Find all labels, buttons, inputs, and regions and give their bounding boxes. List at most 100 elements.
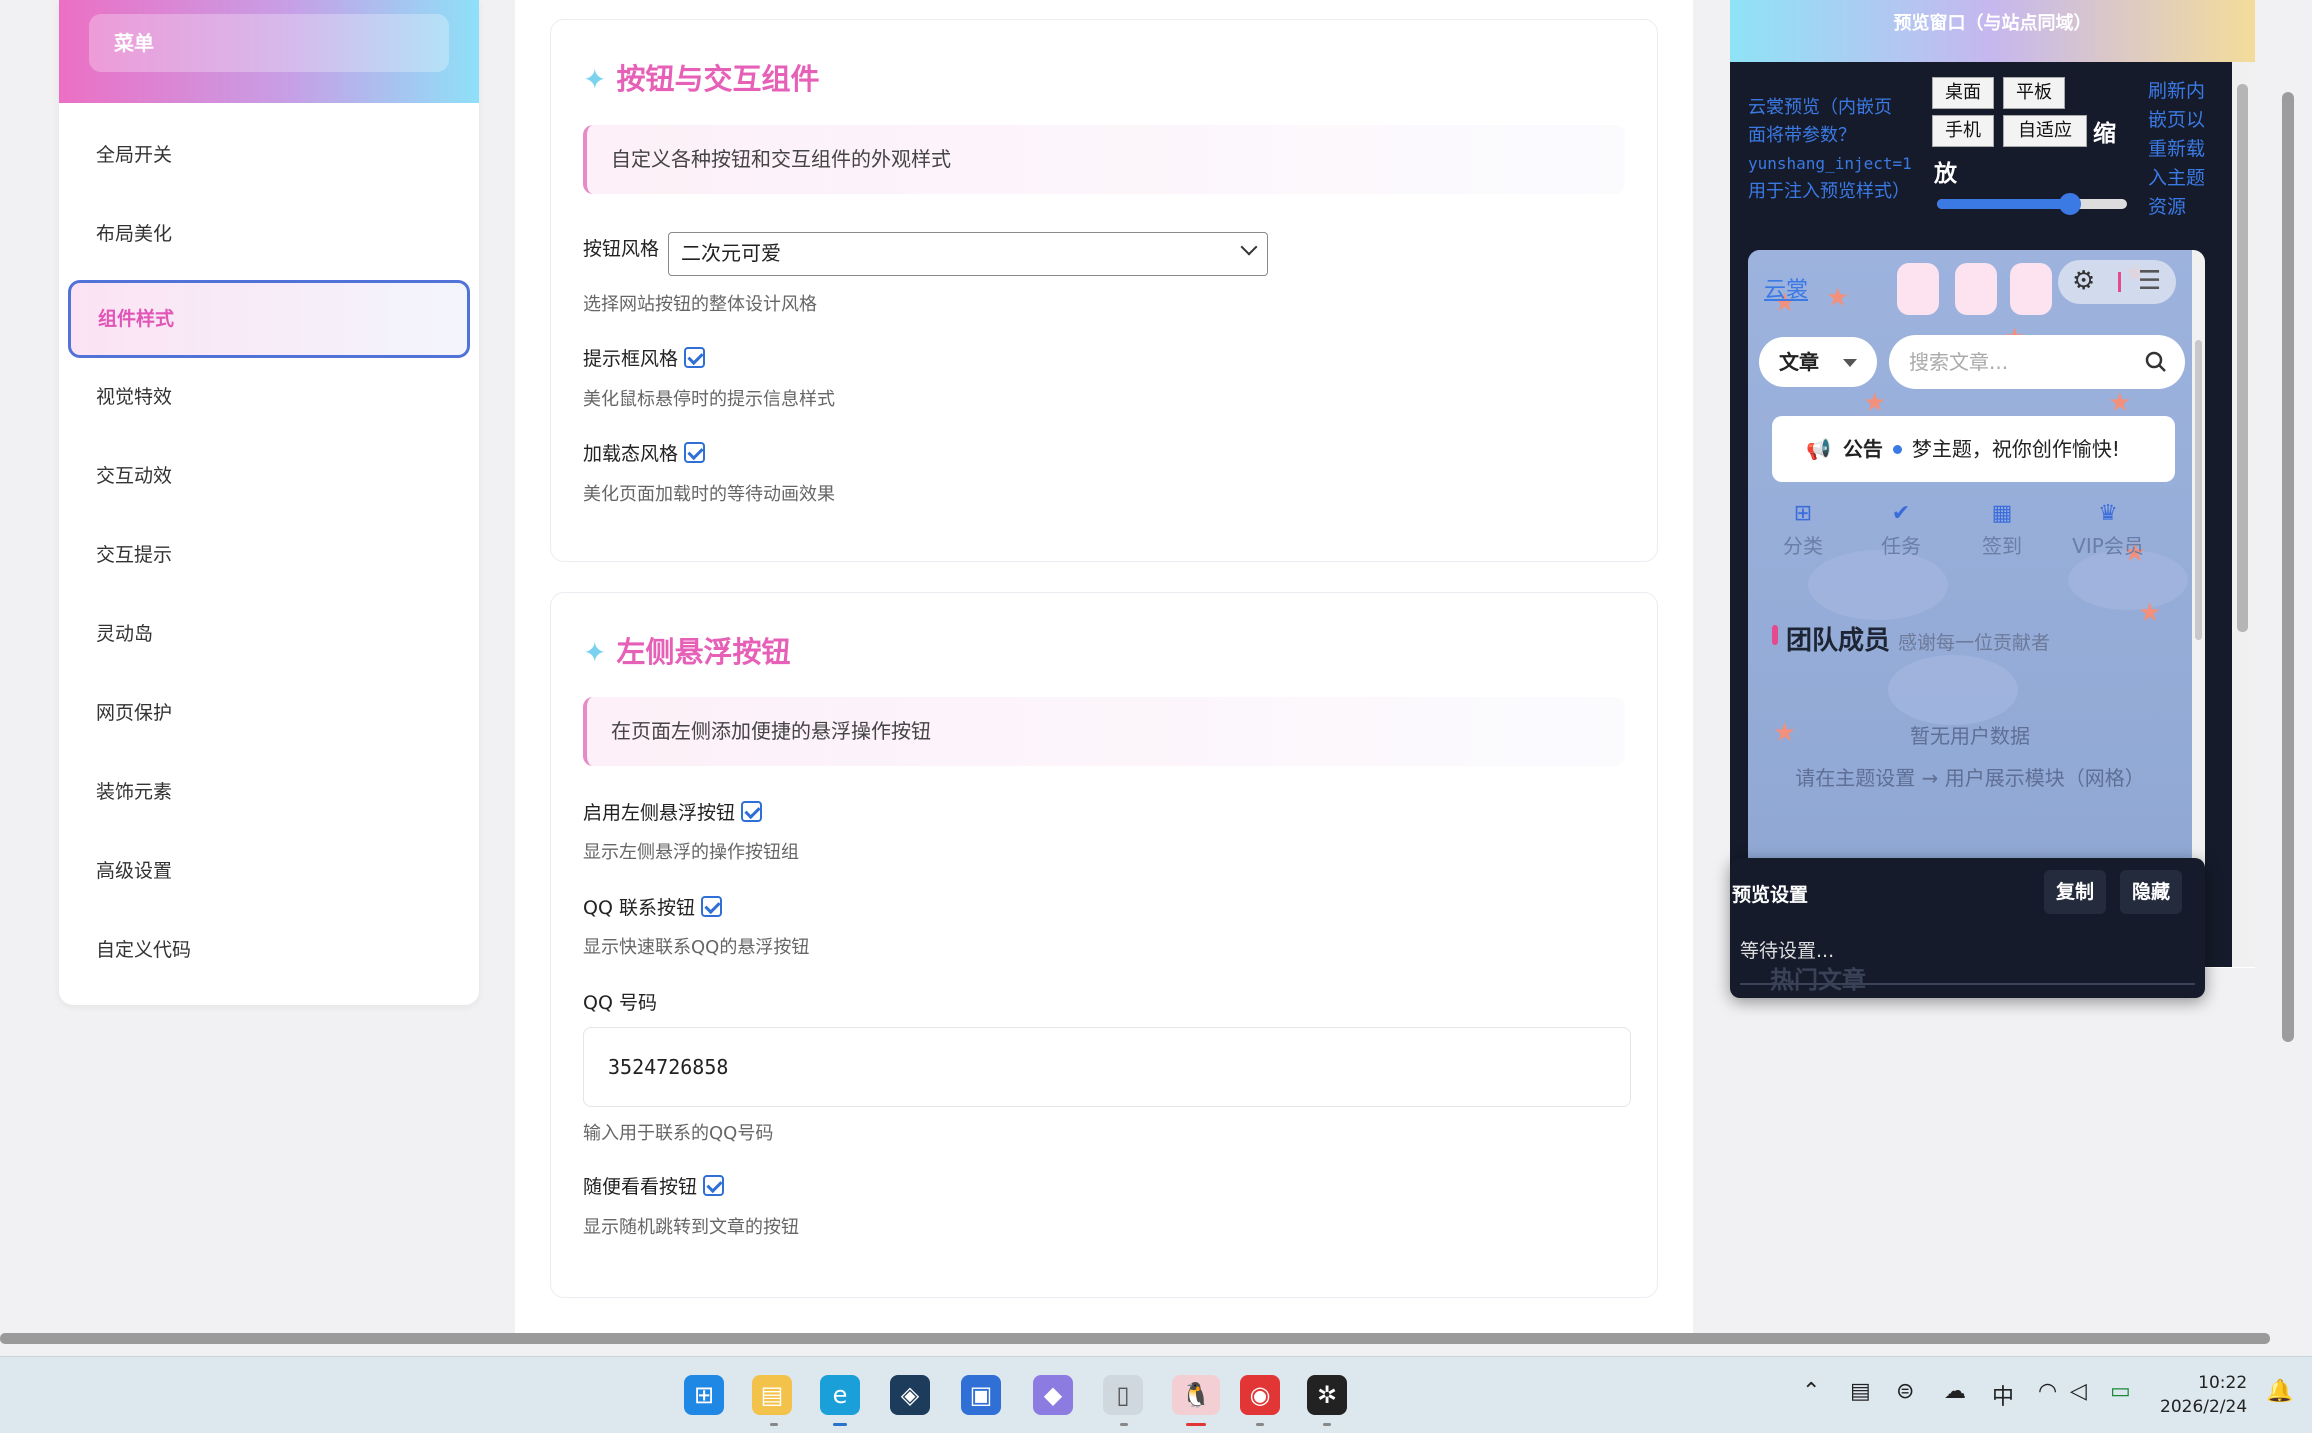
copilot-icon[interactable]: ◆ [1033,1375,1073,1415]
sidebar-item-decorations[interactable]: 装饰元素 [69,753,469,832]
star-decoration: ★ [2108,388,2132,418]
windows-start-icon[interactable]: ⊞ [684,1375,724,1415]
sidebar-item-advanced[interactable]: 高级设置 [69,832,469,911]
toggle-icon[interactable]: ⊜ [1896,1379,1914,1404]
sidebar-item-global-switch[interactable]: 全局开关 [69,116,469,195]
site-search-input[interactable]: 搜索文章... [1889,335,2185,389]
page: 菜单 全局开关 布局美化 组件样式 视觉特效 交互动效 交互提示 灵动岛 网页保… [0,0,2312,1433]
sidebar-item-custom-code[interactable]: 自定义代码 [69,911,469,990]
tooltip-style-checkbox[interactable] [684,347,706,368]
sidebar-item-page-protection[interactable]: 网页保护 [69,674,469,753]
sidebar-item-interaction-animation[interactable]: 交互动效 [69,437,469,516]
store-icon[interactable]: ▣ [961,1375,1001,1415]
button-style-label: 按钮风格 [583,238,660,260]
preview-tablet-button[interactable]: 平板 [2003,77,2065,109]
preview-body: 云裳预览（内嵌页 面将带参数？ yunshang_inject=1 用于注入预览… [1730,62,2255,998]
page-scrollbar-thumb[interactable] [2282,92,2294,1042]
enable-float-checkbox[interactable] [741,801,763,822]
qq-number-label: QQ 号码 [583,992,657,1014]
copy-button[interactable]: 复制 [2044,870,2106,914]
star-decoration: ★ [2138,598,2162,628]
site-nav-tasks[interactable]: ✔ 任务 [1866,502,1936,559]
taskbar-clock[interactable]: 10:22 2026/2/24 [2160,1371,2247,1419]
zoom-slider-handle[interactable] [2059,193,2081,215]
horizontal-scrollbar[interactable] [0,1333,2270,1344]
input-language[interactable]: 中 [1992,1379,2014,1411]
team-empty-hint: 请在主题设置 → 用户展示模块（网格） [1795,766,2145,790]
sidebar-item-dynamic-island[interactable]: 灵动岛 [69,595,469,674]
battery-icon[interactable]: ▭ [2110,1379,2131,1404]
edge-browser-icon[interactable]: e [820,1375,860,1415]
refresh-text-line: 刷新内 [2148,80,2206,102]
preview-info-param: yunshang_inject=1 [1748,154,1912,173]
buttons-section: ✦ 按钮与交互组件 自定义各种按钮和交互组件的外观样式 按钮风格 二次元可爱 选择… [550,19,1658,562]
buttons-section-desc: 自定义各种按钮和交互组件的外观样式 [583,125,1625,194]
cloud-decoration [1888,655,2018,725]
aperture-app-icon[interactable]: ✲ [1307,1375,1347,1415]
zoom-slider[interactable] [1937,193,2127,215]
preview-scrollbar[interactable] [2232,62,2255,967]
random-button-checkbox[interactable] [703,1175,725,1196]
team-heading: 团队成员 感谢每一位贡献者 [1786,620,2050,657]
qq-button-checkbox[interactable] [700,896,722,917]
button-style-select[interactable]: 二次元可爱 [668,232,1268,276]
enable-float-row: 启用左侧悬浮按钮 [583,798,763,825]
chevron-up-icon[interactable]: ⌃ [1802,1379,1820,1404]
preview-desktop-button[interactable]: 桌面 [1932,77,1994,109]
caret-down-icon [1843,359,1857,367]
preview-settings-title: 预览设置 [1732,884,1809,906]
volume-icon[interactable]: ◁ [2070,1379,2087,1404]
search-icon[interactable] [2145,351,2167,373]
divider [2118,272,2121,292]
preview-header: 预览窗口（与站点同域） [1730,0,2255,62]
qq-button-row: QQ 联系按钮 [583,893,722,920]
sidebar-item-interaction-hints[interactable]: 交互提示 [69,516,469,595]
clipboard-icon[interactable]: ▤ [1850,1379,1871,1404]
site-header-button[interactable] [2010,263,2052,315]
netease-music-icon[interactable]: ◉ [1240,1375,1280,1415]
site-nav-label: 签到 [1982,534,2022,558]
sidebar-item-components[interactable]: 组件样式 [68,280,470,358]
sidebar-item-layout[interactable]: 布局美化 [69,195,469,274]
phone-link-icon[interactable]: ▯ [1103,1375,1143,1415]
loading-style-checkbox[interactable] [684,442,706,463]
hide-button[interactable]: 隐藏 [2120,870,2182,914]
notification-icon[interactable]: 🔔 [2266,1379,2293,1404]
running-indicator [1323,1423,1331,1426]
notice-label: 公告 [1842,437,1883,461]
site-nav-vip[interactable]: ♛ VIP会员 [2065,502,2151,559]
divider [1740,983,2195,985]
iframe-scrollbar-thumb[interactable] [2195,340,2202,640]
compass-app-icon[interactable]: ◈ [890,1375,930,1415]
preview-info-line: 云裳预览（内嵌页 [1748,97,1892,118]
preview-info: 云裳预览（内嵌页 面将带参数？ yunshang_inject=1 用于注入预览… [1748,94,1923,206]
file-explorer-icon[interactable]: ▤ [752,1375,792,1415]
running-indicator [1256,1423,1264,1426]
site-header-button[interactable] [1955,263,1997,315]
refresh-iframe-link[interactable]: 刷新内 嵌页以 重新载 入主题 资源 [2148,77,2228,222]
site-header-button[interactable] [1897,263,1939,315]
team-subtitle: 感谢每一位贡献者 [1898,632,2051,654]
cloud-icon[interactable]: ☁ [1944,1379,1966,1404]
site-nav-category[interactable]: ⊞ 分类 [1768,502,1838,559]
site-search-type-select[interactable]: 文章 [1759,337,1877,387]
preview-settings-panel: 热门文章 预览设置 复制 隐藏 等待设置... [1730,858,2205,998]
site-nav-checkin[interactable]: ▦ 签到 [1967,502,2037,559]
menu-icon[interactable]: ☰ [2138,266,2161,296]
team-title-accent [1772,625,1778,645]
scale-label-part1: 缩 [2093,121,2116,147]
gear-icon[interactable]: ⚙ [2072,266,2095,296]
preview-scrollbar-thumb[interactable] [2237,84,2248,632]
wifi-icon[interactable]: ◠ [2038,1379,2057,1404]
qq-number-input[interactable]: 3524726858 [583,1027,1631,1107]
sparkle-icon: ✦ [583,636,607,669]
preview-mobile-button[interactable]: 手机 [1932,115,1994,147]
preview-adaptive-button[interactable]: 自适应 [2003,115,2087,147]
sidebar-item-visual-effects[interactable]: 视觉特效 [69,358,469,437]
button-style-hint: 选择网站按钮的整体设计风格 [583,294,817,315]
loading-style-hint: 美化页面加载时的等待动画效果 [583,484,835,505]
tooltip-style-row: 提示框风格 [583,344,706,371]
preview-settings-status: 等待设置... [1740,940,1835,962]
qq-icon[interactable]: 🐧 [1172,1375,1220,1415]
tooltip-style-label: 提示框风格 [583,348,679,370]
